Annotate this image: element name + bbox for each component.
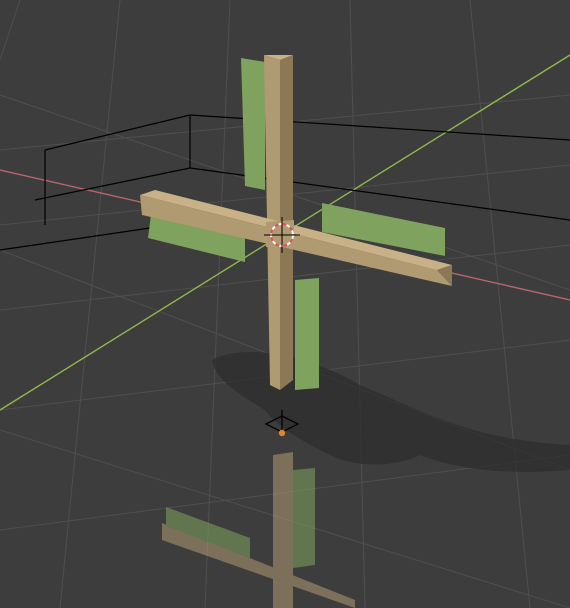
origin-dot — [278, 429, 286, 437]
blade-lower[interactable] — [295, 278, 319, 390]
reflection-blade-vertical — [293, 468, 315, 568]
3d-viewport[interactable] — [0, 0, 570, 608]
viewport-canvas[interactable] — [0, 0, 570, 608]
blade-upper[interactable] — [241, 58, 265, 190]
